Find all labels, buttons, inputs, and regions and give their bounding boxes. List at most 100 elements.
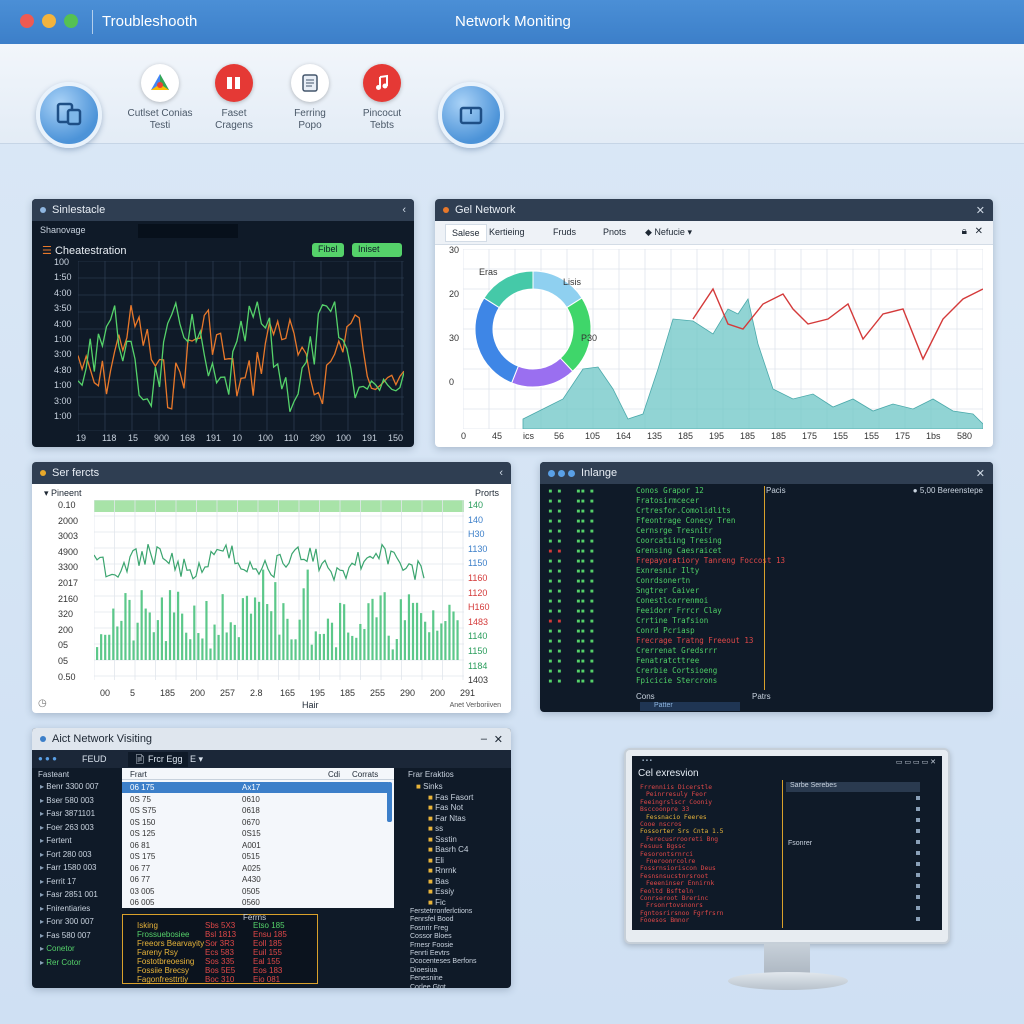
dot-icon — [548, 469, 555, 477]
right-axis-label: Prorts — [474, 488, 499, 498]
tree-item[interactable]: ■ Fic — [428, 898, 446, 907]
sidebar-item[interactable]: ▸ Conetor — [40, 944, 75, 953]
table-row[interactable]: 06 175 Ax17 — [122, 782, 388, 793]
tree-item[interactable]: ■ Eli — [428, 856, 444, 865]
app-ferring[interactable]: Ferring Popo — [272, 64, 348, 132]
tab-nefucie[interactable]: ◆ Nefucie ▾ — [645, 227, 692, 238]
tree-item-label: Bas — [435, 876, 449, 886]
music-note-icon — [363, 64, 401, 102]
list-item[interactable]: Dcocenteses Berfons — [410, 958, 477, 965]
close-icon[interactable]: ✕ — [976, 467, 985, 480]
column-header[interactable]: Cdi — [328, 770, 340, 779]
sidebar-item[interactable]: ▸ Fasr 2851 001 — [40, 890, 98, 899]
list-item[interactable]: Ferstetrronferlctions — [410, 908, 472, 915]
maximize-window-button[interactable] — [64, 14, 78, 28]
list-item[interactable]: Fenesnine — [410, 975, 443, 982]
minimize-window-button[interactable] — [42, 14, 56, 28]
window-controls-icon[interactable]: ▭ ▭ ▭ ▭ ✕ — [896, 758, 936, 766]
tree-item[interactable]: ■ Essiy — [428, 887, 454, 896]
tree-item[interactable]: ■ Fas Not — [428, 803, 463, 812]
bar — [132, 640, 135, 660]
sidebar-item[interactable]: ▸ Bser 580 003 — [40, 796, 94, 805]
tab-frcr-egg[interactable]: 📄︎ Frcr Egg — [128, 752, 189, 767]
tree-item[interactable]: ■ Rnrnk — [428, 866, 456, 875]
bar — [104, 634, 107, 660]
iniset-dropdown[interactable]: Iniset — [352, 243, 402, 257]
dashboard-button[interactable] — [36, 82, 102, 148]
table-row[interactable]: 0S 150 0670 — [122, 817, 388, 828]
lock-icon[interactable]: 🔒︎ — [962, 226, 967, 237]
tab-e[interactable]: E ▾ — [190, 754, 203, 765]
table-row[interactable]: 0S 125 0S15 — [122, 828, 388, 839]
list-item[interactable]: Cossor Bloes — [410, 933, 452, 940]
filter-input[interactable] — [138, 224, 238, 238]
sidebar-item[interactable]: ▸ Rer Cotor — [40, 958, 81, 967]
tree-item[interactable]: ■ Far Ntas — [428, 814, 466, 823]
bar — [116, 626, 119, 660]
sidebar-item[interactable]: ▸ Foer 263 003 — [40, 823, 94, 832]
list-item[interactable]: Dioesiua — [410, 967, 437, 974]
minimize-icon[interactable]: – — [481, 733, 487, 745]
tree-item[interactable]: ■ Ssstin — [428, 835, 457, 844]
tree-item[interactable]: ■ Bas — [428, 877, 449, 886]
sidebar-item[interactable]: ▸ Ferrit 17 — [40, 877, 76, 886]
column-header[interactable]: Corrats — [352, 770, 378, 779]
sidebar-item[interactable]: ▸ Fnirentiaries — [40, 904, 90, 913]
tab-kertieing[interactable]: Kertieing — [489, 227, 525, 237]
app-cutlset[interactable]: Cutlset Conias Testi — [122, 64, 198, 132]
close-window-button[interactable] — [20, 14, 34, 28]
monitor-gutter — [634, 782, 636, 922]
folder-button[interactable] — [438, 82, 504, 148]
close-tab-icon[interactable]: ✕ — [975, 226, 983, 237]
column-header[interactable]: Frart — [130, 770, 147, 779]
close-icon[interactable]: ✕ — [494, 733, 503, 746]
list-item[interactable]: Corlee Gtgt — [410, 984, 446, 988]
tab-fruds[interactable]: Fruds — [553, 227, 576, 237]
sidebar-item[interactable]: ▸ Fertent — [40, 836, 72, 845]
sidebar-item[interactable]: ▸ Fasr 3871101 — [40, 809, 95, 818]
list-item[interactable]: Frnesr Foosie — [410, 942, 453, 949]
bar — [330, 622, 334, 660]
list-item[interactable]: Fenrti Eevtrs — [410, 950, 450, 957]
table-row[interactable]: 06 77 A430 — [122, 874, 388, 885]
tree-item[interactable]: ■ ss — [428, 824, 443, 833]
list-item[interactable]: Fenrsfel Bood — [410, 916, 454, 923]
app-pincocut[interactable]: Pincocut Tebts — [344, 64, 420, 132]
summary-cell: Etso 185 — [253, 921, 285, 930]
collapse-icon[interactable]: ‹ — [499, 467, 503, 479]
tab-feud[interactable]: FEUD — [82, 754, 107, 764]
tab-pnots[interactable]: Pnots — [603, 227, 626, 237]
table-row[interactable]: 0S 175 0515 — [122, 851, 388, 862]
table-row[interactable]: 06 81 A001 — [122, 840, 388, 851]
tree-item[interactable]: ■ Fas Fasort — [428, 793, 473, 802]
scroll-marker — [916, 829, 920, 833]
sidebar-item[interactable]: ▸ Farr 1580 003 — [40, 863, 97, 872]
tree-item-label: Basrh C4 — [435, 845, 469, 854]
line-marker: ▪ ▪ — [548, 656, 562, 665]
scrollbar[interactable] — [387, 782, 392, 822]
table-row[interactable]: 0S S75 0618 — [122, 805, 388, 816]
tree-item[interactable]: ■ Basrh C4 — [428, 845, 468, 854]
list-item[interactable]: Fosnrir Freg — [410, 925, 448, 932]
sidebar-item[interactable]: ▸ Fas 580 007 — [40, 931, 91, 940]
app-faset[interactable]: Faset Cragens — [196, 64, 272, 132]
line-marker: ▪ ▪ — [548, 576, 562, 585]
table-row[interactable]: 03 005 0505 — [122, 886, 388, 897]
tree-item[interactable]: ■ Sinks — [416, 782, 443, 791]
table-cell: 0670 — [242, 817, 260, 827]
table-row[interactable]: 06 005 0560 — [122, 897, 388, 908]
toolbar: Cutlset Conias Testi Faset Cragens Ferri… — [0, 44, 1024, 148]
table-row[interactable]: 06 77 A025 — [122, 863, 388, 874]
close-icon[interactable]: ✕ — [976, 204, 985, 217]
tab-salese[interactable]: Salese — [445, 224, 487, 242]
table-row[interactable]: 0S 75 0610 — [122, 794, 388, 805]
collapse-icon[interactable]: ‹ — [402, 204, 406, 216]
table-cell: 0S 175 — [130, 852, 156, 861]
fibel-button[interactable]: Fibel — [312, 243, 344, 257]
bar — [428, 632, 431, 660]
sidebar-item[interactable]: ▸ Benr 3300 007 — [40, 782, 99, 791]
table-cell: 06 175 — [130, 783, 155, 792]
log-line: Cooe nscros — [640, 821, 682, 828]
sidebar-item[interactable]: ▸ Fonr 300 007 — [40, 917, 94, 926]
sidebar-item[interactable]: ▸ Fort 280 003 — [40, 850, 92, 859]
